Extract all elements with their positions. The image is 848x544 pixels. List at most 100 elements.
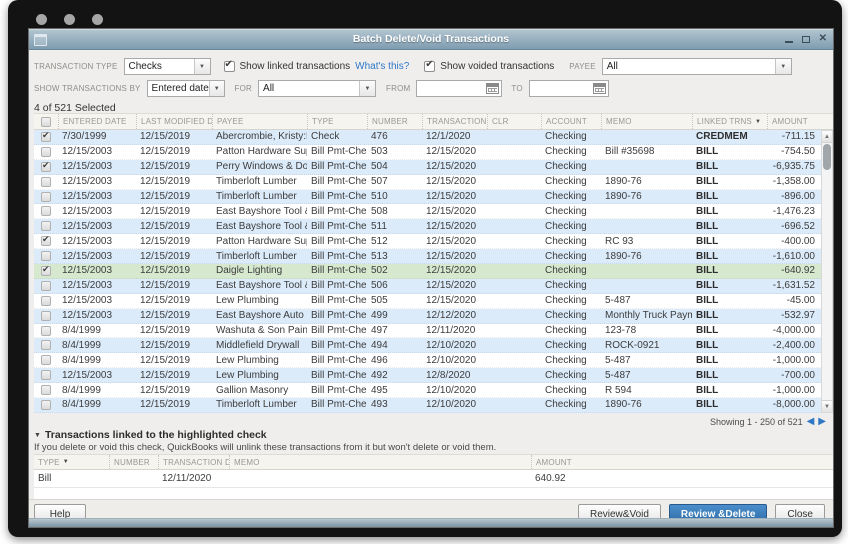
linked-column-header-type[interactable]: TYPE ▼ [34, 455, 109, 469]
table-row[interactable]: 12/15/2003 12/15/2019 East Bayshore Tool &… [34, 204, 821, 220]
show-linked-checkbox[interactable] [223, 59, 235, 72]
column-header-payee[interactable]: PAYEE [212, 114, 307, 129]
cell-linked_trns: BILL [696, 280, 719, 292]
linked-section-header[interactable]: ▼ Transactions linked to the highlighted… [34, 429, 267, 441]
whats-this-link[interactable]: What's this? [355, 61, 409, 72]
cell-linked_trns: BILL [696, 354, 719, 366]
column-header-type[interactable]: TYPE [307, 114, 367, 129]
row-checkbox[interactable] [41, 131, 51, 142]
table-row[interactable]: 12/15/2003 12/15/2019 Timberloft Lumber Bil… [34, 189, 821, 205]
cell-memo: 5-487 [605, 295, 631, 307]
close-icon[interactable]: ✕ [819, 34, 827, 44]
table-row[interactable]: 12/15/2003 12/15/2019 Daigle Lighting Bill … [34, 264, 821, 279]
mac-zoom-dot[interactable] [92, 14, 103, 25]
from-date-input[interactable] [416, 80, 503, 97]
cell-amount: -1,610.00 [772, 250, 815, 262]
row-checkbox[interactable] [41, 191, 51, 202]
payee-select[interactable]: All ▼ [601, 58, 792, 75]
row-checkbox[interactable] [41, 280, 51, 291]
show-by-select[interactable]: Entered date ▼ [146, 80, 225, 97]
cell-amount: -1,631.52 [772, 280, 815, 292]
column-header-number[interactable]: NUMBER [367, 114, 422, 129]
row-checkbox[interactable] [41, 236, 51, 247]
row-checkbox[interactable] [41, 161, 51, 172]
column-header-linked-trns[interactable]: LINKED TRNS ▼ [692, 114, 767, 129]
scrollbar-thumb[interactable] [823, 144, 831, 170]
table-row[interactable]: 12/15/2003 12/15/2019 East Bayshore Tool &… [34, 219, 821, 235]
dialog-titlebar[interactable]: Batch Delete/Void Transactions ✕ [29, 29, 833, 50]
cell-account: Checking [545, 265, 587, 277]
table-row[interactable]: 12/15/2003 12/15/2019 East Bayshore Auto M… [34, 308, 821, 324]
column-header-transaction-date[interactable]: TRANSACTION DATE [422, 114, 487, 129]
table-row[interactable]: 8/4/1999 12/15/2019 Timberloft Lumber Bill … [34, 398, 821, 413]
maximize-icon[interactable] [801, 35, 810, 43]
row-checkbox[interactable] [41, 265, 51, 276]
table-row[interactable]: 12/15/2003 12/15/2019 Patton Hardware Supp… [34, 144, 821, 160]
select-all-checkbox[interactable] [41, 116, 51, 127]
row-checkbox[interactable] [41, 355, 51, 366]
show-voided-checkbox[interactable] [424, 59, 436, 72]
minimize-icon[interactable] [784, 41, 793, 43]
linked-table-body: Bill 12/11/2020 640.92 [34, 470, 833, 501]
linked-column-header-amount[interactable]: AMOUNT [531, 455, 833, 469]
table-row[interactable]: 8/4/1999 12/15/2019 Lew Plumbing Bill Pmt-C… [34, 353, 821, 369]
table-row[interactable]: 12/15/2003 12/15/2019 Patton Hardware Supp… [34, 234, 821, 250]
cell-number: 506 [371, 280, 388, 292]
page-previous-icon[interactable]: ◀ [807, 417, 815, 427]
table-row[interactable]: 12/15/2003 12/15/2019 Timberloft Lumber Bil… [34, 174, 821, 190]
column-header-amount[interactable]: AMOUNT [767, 114, 833, 129]
table-row[interactable]: 7/30/1999 12/15/2019 Abercrombie, Kristy:R… [34, 130, 821, 145]
transaction-type-select[interactable]: Checks ▼ [123, 58, 211, 75]
column-header-account[interactable]: ACCOUNT [541, 114, 601, 129]
linked-column-header-transaction-date[interactable]: TRANSACTION DATE [158, 455, 229, 469]
column-header-clr[interactable]: CLR [487, 114, 541, 129]
cell-account: Checking [545, 280, 587, 292]
row-checkbox[interactable] [41, 206, 51, 217]
row-checkbox[interactable] [41, 146, 51, 157]
cell-entered_date: 12/15/2003 [62, 161, 113, 173]
row-checkbox[interactable] [41, 295, 51, 306]
mac-close-dot[interactable] [36, 14, 47, 25]
table-row[interactable]: 12/15/2003 12/15/2019 Perry Windows & Door… [34, 159, 821, 175]
cell-linked_trns: BILL [696, 176, 719, 188]
table-row[interactable]: 12/15/2003 12/15/2019 Lew Plumbing Bill Pmt… [34, 368, 821, 384]
page-next-icon[interactable]: ▶ [818, 417, 826, 427]
row-checkbox[interactable] [41, 221, 51, 232]
column-header-entered-date[interactable]: ENTERED DATE [58, 114, 136, 129]
cell-number: 503 [371, 146, 388, 158]
row-checkbox[interactable] [41, 251, 51, 262]
row-checkbox[interactable] [41, 370, 51, 381]
row-checkbox[interactable] [41, 310, 51, 321]
cell-payee: Lew Plumbing [216, 295, 279, 307]
table-row[interactable]: 12/15/2003 12/15/2019 Timberloft Lumber Bil… [34, 249, 821, 265]
row-checkbox[interactable] [41, 325, 51, 336]
cell-account: Checking [545, 339, 587, 351]
table-row[interactable]: 12/15/2003 12/15/2019 Lew Plumbing Bill Pmt… [34, 293, 821, 309]
linked-column-header-memo[interactable]: MEMO [229, 455, 531, 469]
row-checkbox[interactable] [41, 399, 51, 410]
linked-table-row[interactable]: Bill 12/11/2020 640.92 [34, 470, 833, 488]
to-date-input[interactable] [528, 80, 609, 97]
collapse-triangle-icon[interactable]: ▼ [34, 432, 41, 439]
cell-payee: Timberloft Lumber [216, 250, 297, 262]
scroll-up-icon[interactable]: ▲ [822, 131, 832, 143]
row-checkbox[interactable] [41, 340, 51, 351]
row-checkbox[interactable] [41, 176, 51, 187]
calendar-icon[interactable] [486, 83, 500, 94]
row-checkbox[interactable] [41, 385, 51, 396]
table-row[interactable]: 12/15/2003 12/15/2019 East Bayshore Tool &… [34, 278, 821, 294]
column-header-memo[interactable]: MEMO [601, 114, 692, 129]
calendar-icon[interactable] [592, 83, 606, 94]
table-row[interactable]: 8/4/1999 12/15/2019 Washuta & Son Painting… [34, 323, 821, 339]
column-header-last-modified-date[interactable]: LAST MODIFIED DATE [136, 114, 212, 129]
cell-entered_date: 12/15/2003 [62, 310, 113, 322]
table-row[interactable]: 8/4/1999 12/15/2019 Gallion Masonry Bill Pm… [34, 383, 821, 399]
cell-amount: -696.52 [781, 220, 815, 232]
linked-column-header-number[interactable]: NUMBER [109, 455, 158, 469]
mac-minimize-dot[interactable] [64, 14, 75, 25]
table-row[interactable]: 8/4/1999 12/15/2019 Middlefield Drywall Bil… [34, 338, 821, 354]
table-scrollbar[interactable]: ▲ ▼ [821, 130, 833, 413]
for-select[interactable]: All ▼ [258, 80, 377, 97]
linked-section-description: If you delete or void this check, QuickB… [34, 442, 497, 453]
scroll-down-icon[interactable]: ▼ [822, 400, 832, 412]
